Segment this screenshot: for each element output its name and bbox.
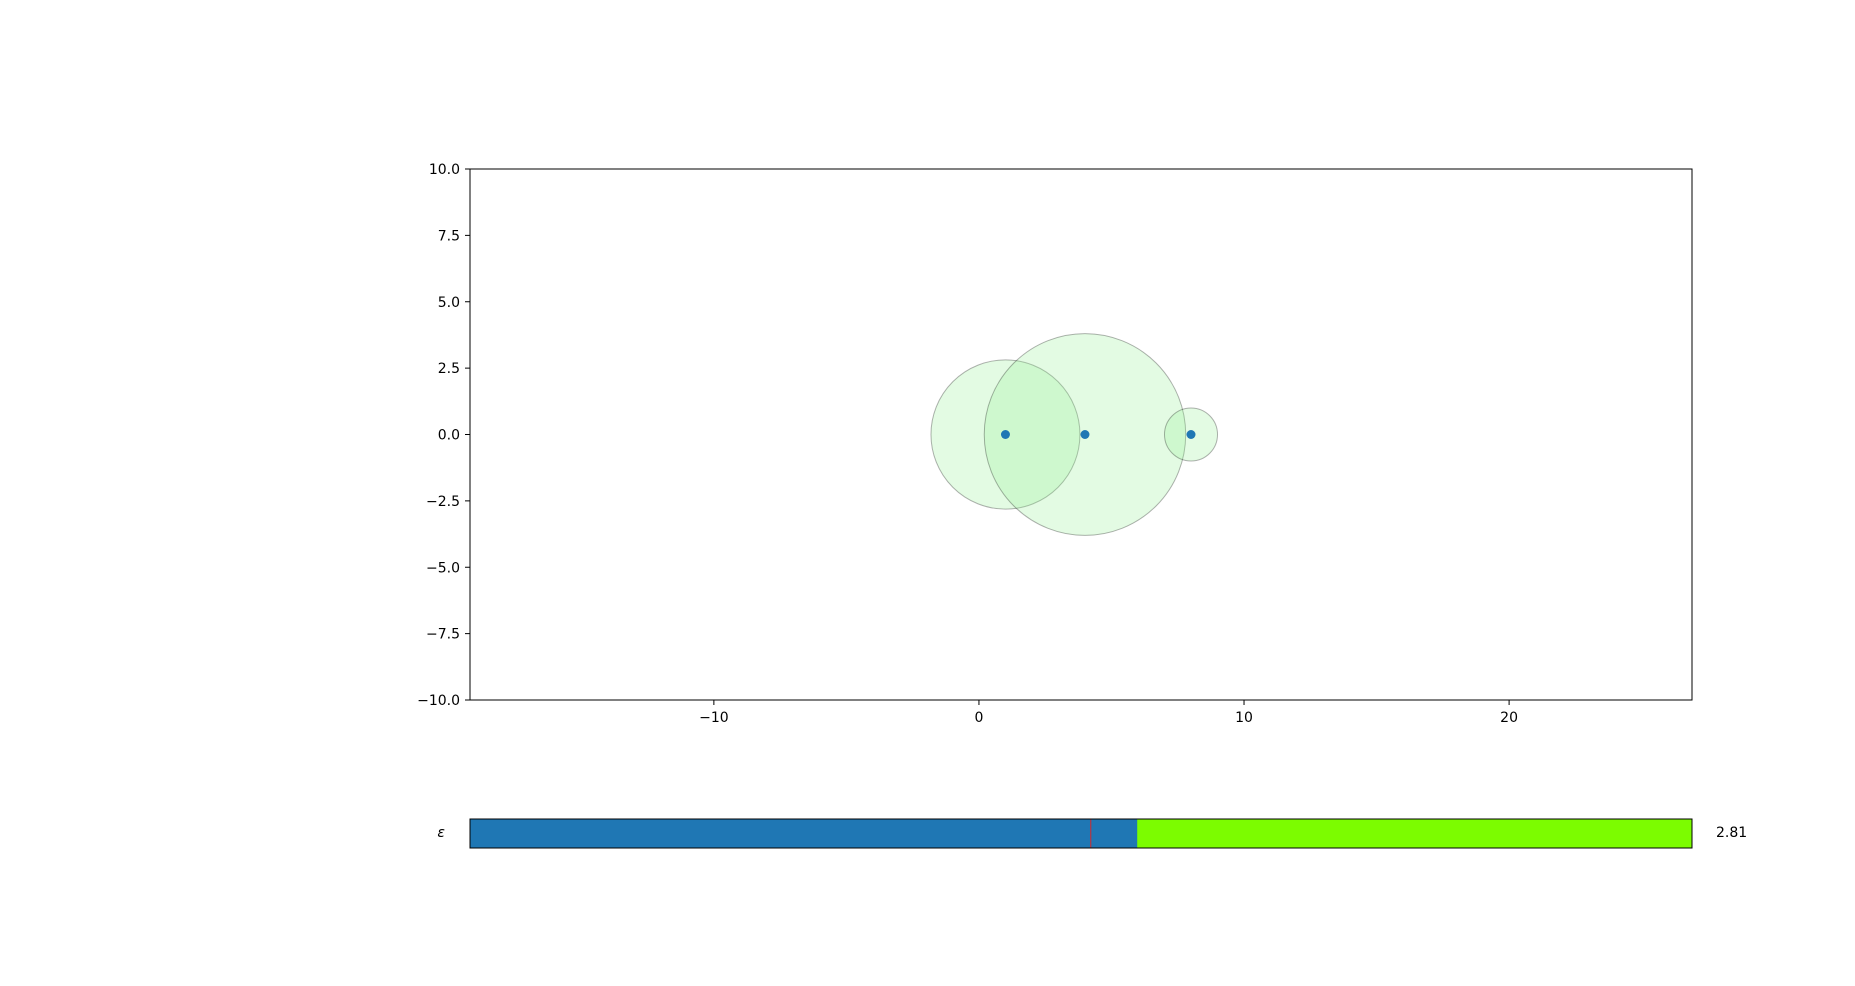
figure: −10 0 10 20 10.0 7.5 5.0 2.5 0.0 −2.5 −5.0 −7.5 −10… [417,162,1747,849]
slider-label: ε [437,825,445,841]
epsilon-slider[interactable]: ε 2.81 [437,818,1747,849]
y-tick-label: 5.0 [438,295,460,311]
data-point [1186,430,1196,439]
y-tick-label: 7.5 [438,228,460,244]
data-point [1080,430,1090,439]
y-tick-label: 0.0 [438,428,460,444]
x-tick-label: 0 [974,710,983,726]
x-tick-label: 10 [1235,710,1253,726]
slider-fill[interactable] [470,819,1138,848]
slider-value: 2.81 [1716,825,1747,841]
y-tick-label: 10.0 [429,162,460,178]
y-tick-label: −10.0 [417,693,460,709]
y-tick-label: −2.5 [426,494,460,510]
main-axes: −10 0 10 20 10.0 7.5 5.0 2.5 0.0 −2.5 −5.0 −7.5 −10… [417,162,1693,726]
data-point [1000,430,1010,439]
x-axis-ticks: −10 0 10 20 [699,700,1518,726]
y-tick-label: 2.5 [438,361,460,377]
x-tick-label: −10 [699,710,729,726]
y-tick-label: −5.0 [426,560,460,576]
x-tick-label: 20 [1500,710,1518,726]
y-tick-label: −7.5 [426,627,460,643]
y-axis-ticks: 10.0 7.5 5.0 2.5 0.0 −2.5 −5.0 −7.5 −10.0 [417,162,470,709]
